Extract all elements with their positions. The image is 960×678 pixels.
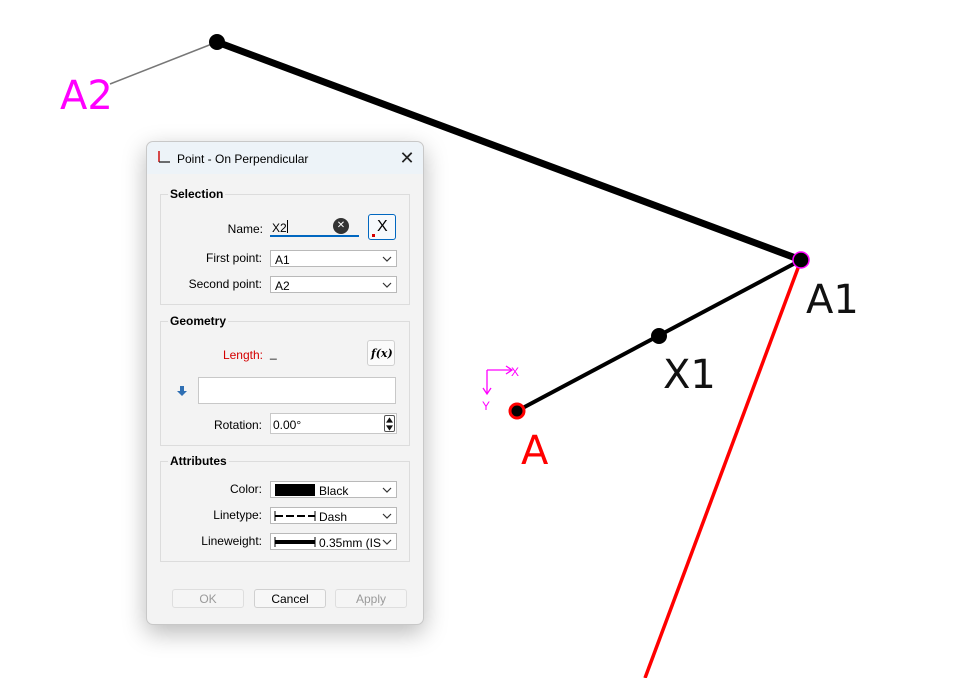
first-point-select[interactable]: A1 (270, 250, 397, 267)
second-point-value: A2 (275, 279, 290, 293)
length-formula-input[interactable] (198, 377, 396, 404)
point-a2[interactable] (209, 34, 225, 50)
apply-button[interactable]: Apply (335, 589, 407, 608)
selection-group-title: Selection (168, 187, 226, 201)
pick-marker-icon (372, 234, 375, 237)
lineweight-icon (274, 537, 316, 547)
name-value: X2 (272, 221, 287, 235)
close-icon[interactable]: ✕ (397, 148, 417, 168)
chevron-down-icon (382, 487, 392, 493)
length-label: Length: (222, 348, 263, 362)
clear-input-icon[interactable]: ✕ (333, 218, 349, 234)
ucs-axis-icon (482, 365, 514, 396)
rotation-value: 0.00° (273, 418, 302, 432)
dialog-title-bar[interactable]: Point - On Perpendicular ✕ (147, 142, 423, 174)
axis-label-x: X (511, 365, 520, 379)
perpendicular-red-line[interactable] (643, 259, 803, 678)
point-on-perpendicular-dialog[interactable]: Point - On Perpendicular ✕ Selection Nam… (146, 141, 424, 625)
attributes-group-title: Attributes (168, 454, 229, 468)
ok-button[interactable]: OK (172, 589, 244, 608)
pick-button-label: X (377, 218, 388, 235)
cancel-button[interactable]: Cancel (254, 589, 326, 608)
text-caret (287, 220, 288, 233)
spin-buttons[interactable] (384, 415, 395, 432)
lineweight-select[interactable]: 0.35mm (IS (270, 533, 397, 550)
color-value: Black (319, 484, 349, 498)
color-swatch (275, 484, 315, 496)
point-x1[interactable] (651, 328, 667, 344)
dash-line-icon (274, 511, 316, 521)
first-point-label: First point: (205, 251, 262, 265)
rotation-spinbox[interactable]: 0.00° (270, 413, 397, 434)
point-label-x1: X1 (663, 352, 716, 398)
linetype-value: Dash (319, 510, 348, 524)
drawing-canvas[interactable] (0, 0, 960, 678)
geometry-group-title: Geometry (168, 314, 229, 328)
point-a[interactable] (508, 402, 526, 420)
name-label: Name: (227, 222, 263, 236)
chevron-down-icon (382, 513, 392, 519)
chevron-down-icon (382, 282, 392, 288)
spin-up-icon[interactable] (386, 417, 393, 423)
color-label: Color: (229, 482, 262, 496)
rotation-label: Rotation: (213, 418, 262, 432)
point-a1[interactable] (792, 251, 810, 269)
lineweight-value: 0.35mm (IS (319, 536, 381, 550)
pick-point-button[interactable]: X (368, 214, 396, 240)
point-tool-icon (158, 151, 170, 163)
point-label-a1: A1 (806, 277, 859, 323)
second-point-select[interactable]: A2 (270, 276, 397, 293)
lineweight-label: Lineweight: (201, 534, 262, 548)
chevron-down-icon (382, 256, 392, 262)
linetype-select[interactable]: Dash (270, 507, 397, 524)
length-value[interactable]: _ (270, 346, 277, 360)
dialog-title: Point - On Perpendicular (177, 152, 309, 166)
function-icon: f(x) (371, 347, 393, 360)
point-label-a: A (521, 428, 549, 474)
first-point-value: A1 (275, 253, 290, 267)
expand-arrow-icon[interactable] (176, 385, 188, 397)
chevron-down-icon (382, 539, 392, 545)
axis-label-y: Y (482, 399, 491, 413)
spin-down-icon[interactable] (386, 425, 393, 431)
color-select[interactable]: Black (270, 481, 397, 498)
point-label-a2: A2 (60, 73, 113, 119)
linetype-label: Linetype: (213, 508, 262, 522)
leader-line-a2 (109, 41, 218, 85)
second-point-label: Second point: (188, 277, 262, 291)
formula-editor-button[interactable]: f(x) (367, 340, 395, 366)
